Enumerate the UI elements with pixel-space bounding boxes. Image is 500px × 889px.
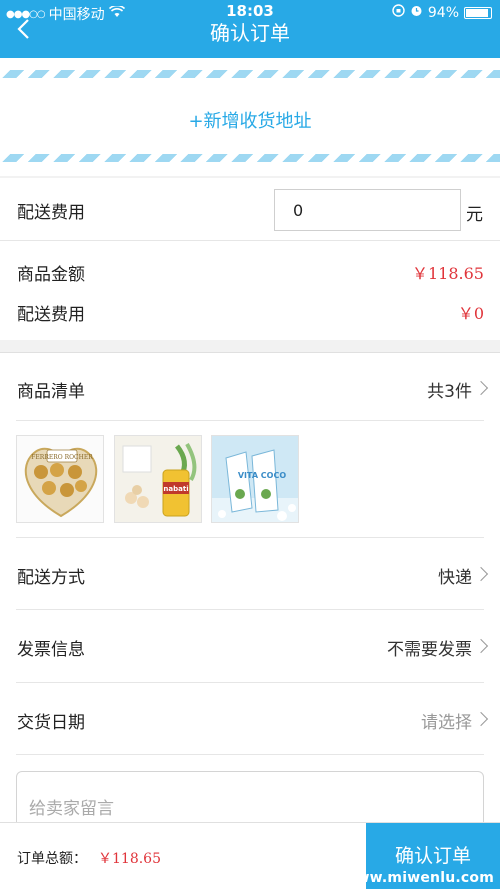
invoice-label: 发票信息 — [17, 640, 85, 660]
nabati-image: nabati — [115, 436, 201, 522]
shipping-fee-value: ￥0 — [457, 304, 484, 323]
page-title: 确认订单 — [210, 21, 290, 45]
product-count: 共3件 — [427, 382, 472, 402]
nabati-caption: nabati — [163, 485, 188, 493]
envelope-stripe-bottom — [0, 154, 500, 162]
divider — [16, 609, 484, 610]
delivery-method-value: 快递 — [438, 568, 472, 588]
watermark: www.miwenlu.com — [343, 870, 494, 886]
product-thumb-vita-coco[interactable]: VITA COCO — [211, 435, 299, 523]
delivery-date-label: 交货日期 — [17, 713, 85, 733]
divider — [16, 682, 484, 683]
add-address-button[interactable]: +新增收货地址 — [0, 107, 500, 133]
chevron-right-icon — [473, 711, 489, 727]
divider — [16, 537, 484, 538]
envelope-stripe-top — [0, 70, 500, 78]
address-section: +新增收货地址 — [0, 58, 500, 176]
delivery-fee-input[interactable] — [274, 189, 461, 231]
app-header: ●●●○○ 中国移动 18:03 94% 确认订单 — [0, 0, 500, 58]
chevron-right-icon — [473, 380, 489, 396]
fee-unit: 元 — [466, 205, 483, 225]
goods-amount-label: 商品金额 — [17, 265, 85, 285]
ferrero-image: FERRERO ROCHER — [17, 436, 103, 522]
product-list-label: 商品清单 — [17, 382, 85, 402]
order-total-label: 订单总额： — [17, 851, 87, 867]
product-thumb-nabati[interactable]: nabati — [114, 435, 202, 523]
delivery-fee-label: 配送费用 — [17, 203, 85, 223]
divider — [0, 240, 500, 241]
delivery-method-label: 配送方式 — [17, 568, 85, 588]
divider — [16, 420, 484, 421]
chevron-right-icon — [473, 638, 489, 654]
shipping-fee-label: 配送费用 — [17, 305, 85, 325]
order-details-card: 商品清单 共3件 FERRERO ROCHER nabati VITA COCO… — [0, 352, 500, 841]
invoice-value: 不需要发票 — [387, 640, 472, 660]
ferrero-caption: FERRERO ROCHER — [31, 454, 93, 461]
divider — [16, 754, 484, 755]
chevron-right-icon — [473, 566, 489, 582]
vita-coco-caption: VITA COCO — [238, 471, 287, 480]
goods-amount-value: ￥118.65 — [412, 264, 484, 283]
product-thumb-ferrero[interactable]: FERRERO ROCHER — [16, 435, 104, 523]
delivery-date-value: 请选择 — [421, 713, 472, 733]
vita-coco-image: VITA COCO — [212, 436, 298, 522]
fee-section: 配送费用 元 商品金额 ￥118.65 配送费用 ￥0 — [0, 178, 500, 340]
order-total-value: ￥118.65 — [98, 851, 161, 867]
